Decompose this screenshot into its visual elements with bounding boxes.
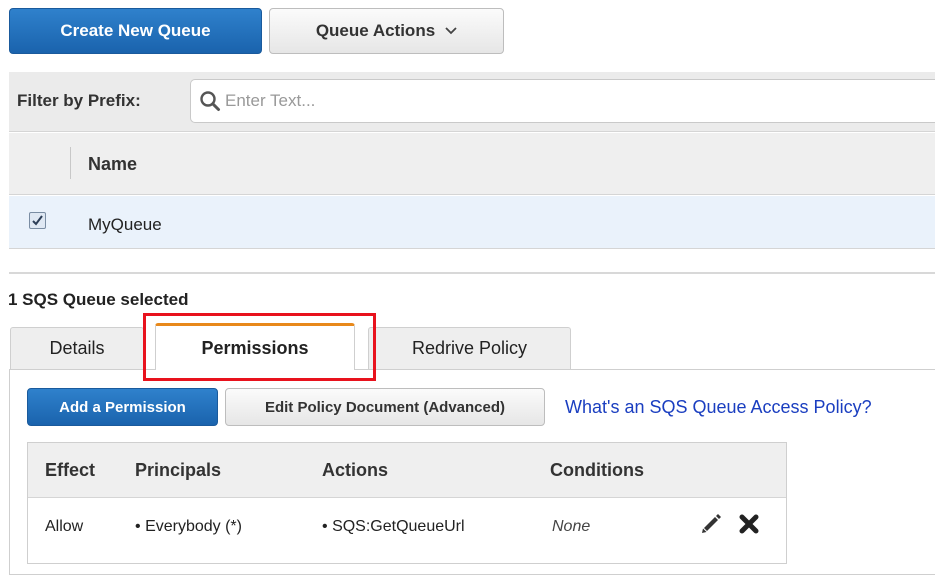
section-divider (9, 272, 935, 274)
column-header-name[interactable]: Name (88, 154, 137, 175)
create-new-queue-button[interactable]: Create New Queue (9, 8, 262, 54)
row-checkbox[interactable] (29, 212, 46, 229)
edit-policy-document-button[interactable]: Edit Policy Document (Advanced) (225, 388, 545, 426)
close-icon[interactable] (738, 513, 760, 535)
tab-details-label: Details (49, 338, 105, 358)
bullet-icon: • (135, 518, 141, 535)
queue-actions-button[interactable]: Queue Actions (269, 8, 504, 54)
queue-name[interactable]: MyQueue (88, 215, 162, 235)
principals-value: Everybody (*) (145, 518, 242, 535)
tab-redrive-policy-label: Redrive Policy (411, 338, 528, 358)
column-header-effect: Effect (45, 460, 96, 480)
queue-table-header (9, 133, 935, 195)
create-new-queue-label: Create New Queue (60, 21, 211, 40)
permission-effect: Allow (45, 518, 84, 535)
edit-policy-document-label: Edit Policy Document (Advanced) (264, 398, 506, 416)
pencil-icon[interactable] (700, 513, 722, 535)
column-divider (70, 147, 71, 179)
bullet-icon: • (322, 518, 328, 535)
tab-redrive-policy[interactable]: Redrive Policy (368, 327, 571, 369)
permission-principals: • Everybody (*) (135, 518, 242, 536)
search-icon (200, 91, 220, 111)
column-header-conditions: Conditions (550, 460, 644, 480)
selection-count: 1 SQS Queue selected (8, 290, 189, 309)
permission-actions: • SQS:GetQueueUrl (322, 518, 465, 536)
actions-value: SQS:GetQueueUrl (332, 518, 465, 535)
filter-prefix-input[interactable] (221, 91, 875, 111)
access-policy-help-link[interactable]: What's an SQS Queue Access Policy? (565, 397, 872, 418)
filter-input-container[interactable] (190, 79, 935, 123)
highlight-box (143, 313, 376, 381)
filter-label: Filter by Prefix: (17, 91, 141, 110)
checkbox-checked-icon (32, 215, 43, 226)
queue-actions-label: Queue Actions (315, 21, 436, 40)
chevron-down-icon (445, 27, 457, 35)
add-permission-label: Add a Permission (59, 398, 186, 416)
column-header-actions: Actions (322, 460, 389, 480)
tab-details[interactable]: Details (10, 327, 144, 369)
permission-conditions: None (552, 518, 591, 535)
column-header-principals: Principals (135, 460, 222, 480)
add-permission-button[interactable]: Add a Permission (27, 388, 218, 426)
